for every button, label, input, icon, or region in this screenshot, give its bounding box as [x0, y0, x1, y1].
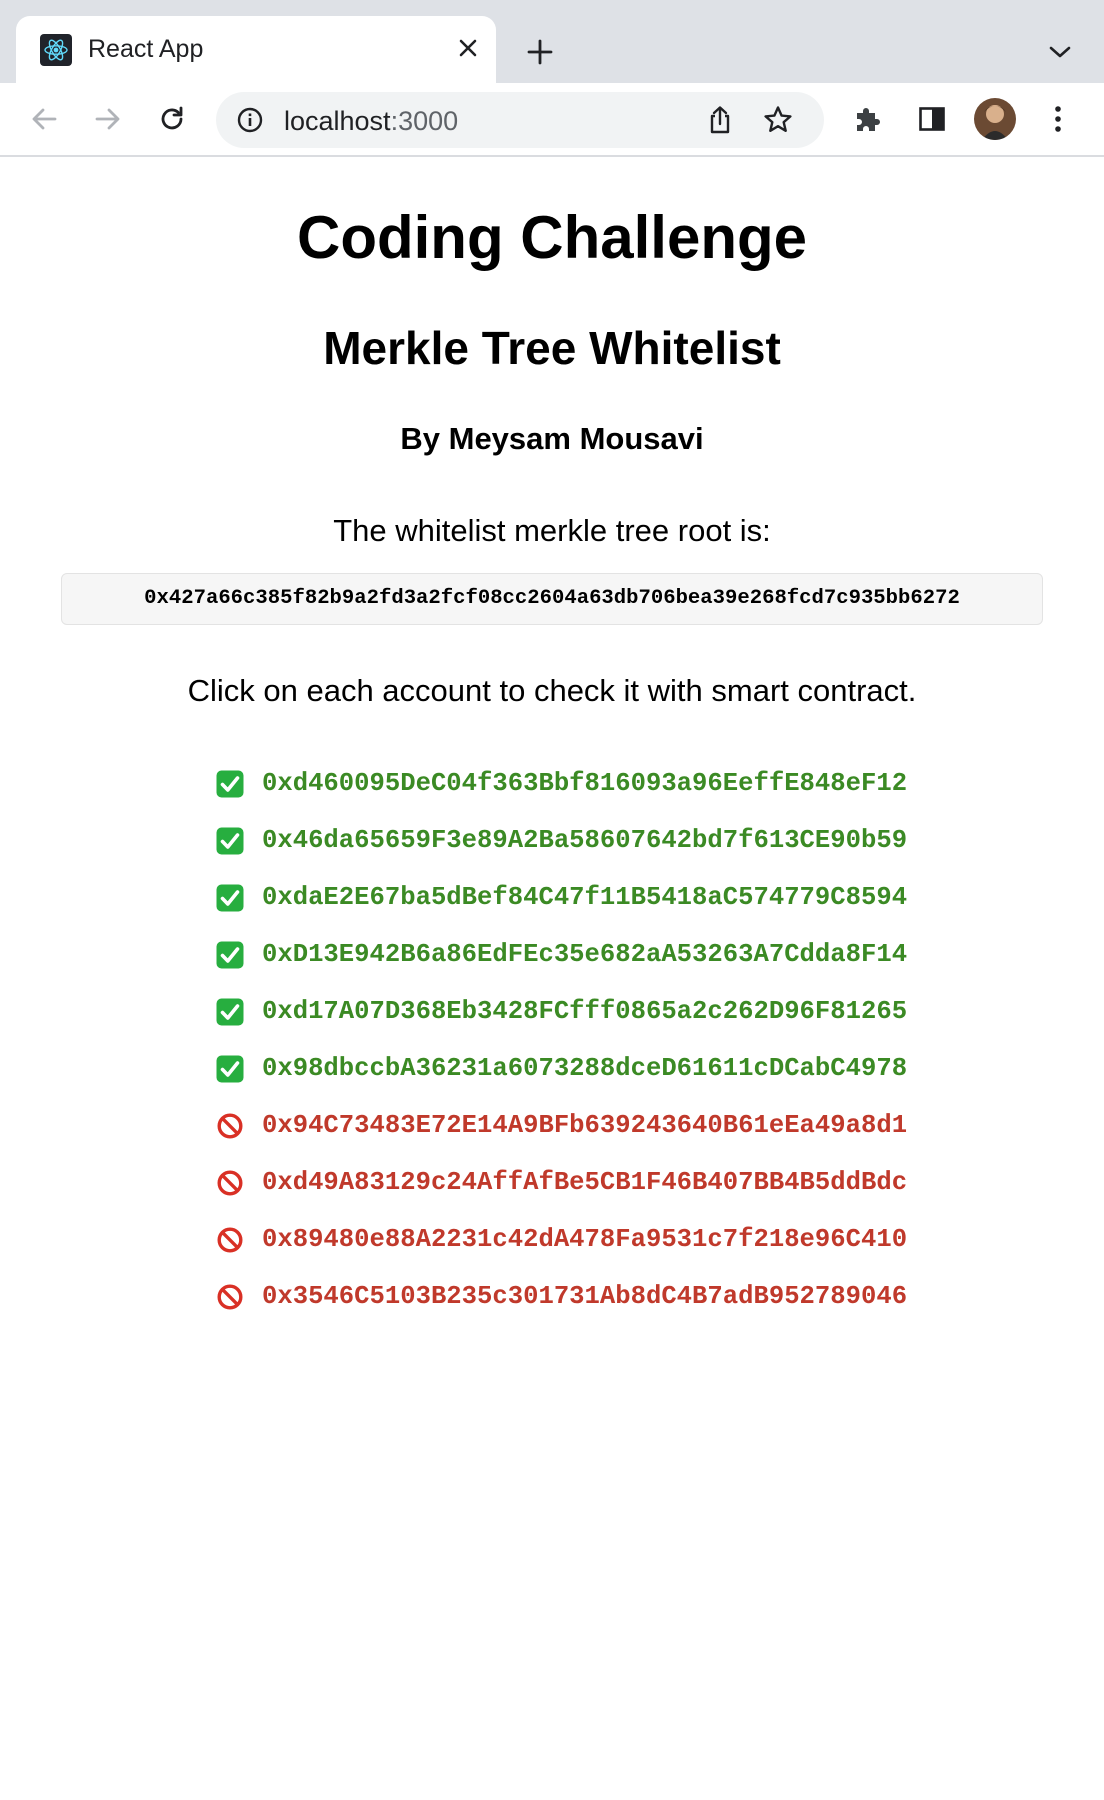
- account-item[interactable]: 0x89480e88A2231c42dA478Fa9531c7f218e96C4…: [216, 1211, 907, 1268]
- browser-toolbar: localhost:3000: [0, 83, 1104, 157]
- page-subtitle: Merkle Tree Whitelist: [323, 322, 781, 374]
- account-address[interactable]: 0xd17A07D368Eb3428FCfff0865a2c262D96F812…: [262, 997, 907, 1026]
- check-mark-icon: [216, 1055, 244, 1082]
- account-address[interactable]: 0xd49A83129c24AffAfBe5CB1F46B407BB4B5ddB…: [262, 1168, 907, 1197]
- root-label: The whitelist merkle tree root is:: [333, 513, 771, 548]
- page-title: Coding Challenge: [297, 204, 807, 271]
- prohibited-icon: [217, 1283, 243, 1310]
- account-address[interactable]: 0x98dbccbA36231a6073288dceD61611cDCabC49…: [262, 1054, 907, 1083]
- extensions-puzzle-icon[interactable]: [850, 101, 886, 137]
- react-logo-icon: [40, 34, 72, 66]
- account-item[interactable]: 0xdaE2E67ba5dBef84C47f11B5418aC574779C85…: [216, 869, 907, 926]
- account-address[interactable]: 0x46da65659F3e89A2Ba58607642bd7f613CE90b…: [262, 826, 907, 855]
- author-line: By Meysam Mousavi: [400, 421, 704, 456]
- url-port: :3000: [390, 106, 459, 136]
- url-text[interactable]: localhost:3000: [284, 106, 458, 137]
- account-address[interactable]: 0xD13E942B6a86EdFEc35e682aA53263A7Cdda8F…: [262, 940, 907, 969]
- account-item[interactable]: 0x3546C5103B235c301731Ab8dC4B7adB9527890…: [216, 1268, 907, 1325]
- check-mark-icon: [216, 884, 244, 911]
- share-icon[interactable]: [704, 104, 736, 136]
- prohibited-icon: [217, 1169, 243, 1196]
- menu-dots-icon[interactable]: [1040, 101, 1076, 137]
- account-item[interactable]: 0xd460095DeC04f363Bbf816093a96EeffE848eF…: [216, 755, 907, 812]
- account-address[interactable]: 0xdaE2E67ba5dBef84C47f11B5418aC574779C85…: [262, 883, 907, 912]
- account-address[interactable]: 0x3546C5103B235c301731Ab8dC4B7adB9527890…: [262, 1282, 907, 1311]
- instruction-text: Click on each account to check it with s…: [187, 673, 917, 708]
- account-item[interactable]: 0x98dbccbA36231a6073288dceD61611cDCabC49…: [216, 1040, 907, 1097]
- tab-title: React App: [88, 35, 204, 63]
- check-mark-icon: [216, 827, 244, 854]
- prohibited-icon: [217, 1226, 243, 1253]
- url-host: localhost: [284, 106, 391, 136]
- tab-search-chevron-down-icon[interactable]: [1040, 32, 1080, 72]
- profile-avatar[interactable]: [974, 98, 1016, 140]
- site-info-icon[interactable]: [236, 106, 264, 134]
- bookmark-star-icon[interactable]: [762, 104, 794, 136]
- account-list: 0xd460095DeC04f363Bbf816093a96EeffE848eF…: [216, 755, 907, 1325]
- back-arrow-icon[interactable]: [24, 99, 64, 139]
- account-item[interactable]: 0xd49A83129c24AffAfBe5CB1F46B407BB4B5ddB…: [216, 1154, 907, 1211]
- new-tab-plus-icon[interactable]: [520, 32, 560, 72]
- account-item[interactable]: 0xd17A07D368Eb3428FCfff0865a2c262D96F812…: [216, 983, 907, 1040]
- browser-tab-strip: React App: [0, 0, 1104, 83]
- account-item[interactable]: 0x46da65659F3e89A2Ba58607642bd7f613CE90b…: [216, 812, 907, 869]
- account-address[interactable]: 0x89480e88A2231c42dA478Fa9531c7f218e96C4…: [262, 1225, 907, 1254]
- page-content: Coding Challenge Merkle Tree Whitelist B…: [0, 159, 1104, 1800]
- account-address[interactable]: 0xd460095DeC04f363Bbf816093a96EeffE848eF…: [262, 769, 907, 798]
- account-item[interactable]: 0xD13E942B6a86EdFEc35e682aA53263A7Cdda8F…: [216, 926, 907, 983]
- account-address[interactable]: 0x94C73483E72E14A9BFb639243640B61eEa49a8…: [262, 1111, 907, 1140]
- forward-arrow-icon[interactable]: [88, 99, 128, 139]
- reload-icon[interactable]: [152, 99, 192, 139]
- check-mark-icon: [216, 941, 244, 968]
- root-hash-box: 0x427a66c385f82b9a2fd3a2fcf08cc2604a63db…: [61, 573, 1043, 625]
- check-mark-icon: [216, 998, 244, 1025]
- address-bar[interactable]: localhost:3000: [216, 92, 824, 148]
- prohibited-icon: [217, 1112, 243, 1139]
- side-panel-icon[interactable]: [914, 101, 950, 137]
- browser-tab[interactable]: React App: [16, 16, 496, 83]
- check-mark-icon: [216, 770, 244, 797]
- close-tab-icon[interactable]: [450, 30, 486, 66]
- account-item[interactable]: 0x94C73483E72E14A9BFb639243640B61eEa49a8…: [216, 1097, 907, 1154]
- root-hash: 0x427a66c385f82b9a2fd3a2fcf08cc2604a63db…: [144, 587, 960, 610]
